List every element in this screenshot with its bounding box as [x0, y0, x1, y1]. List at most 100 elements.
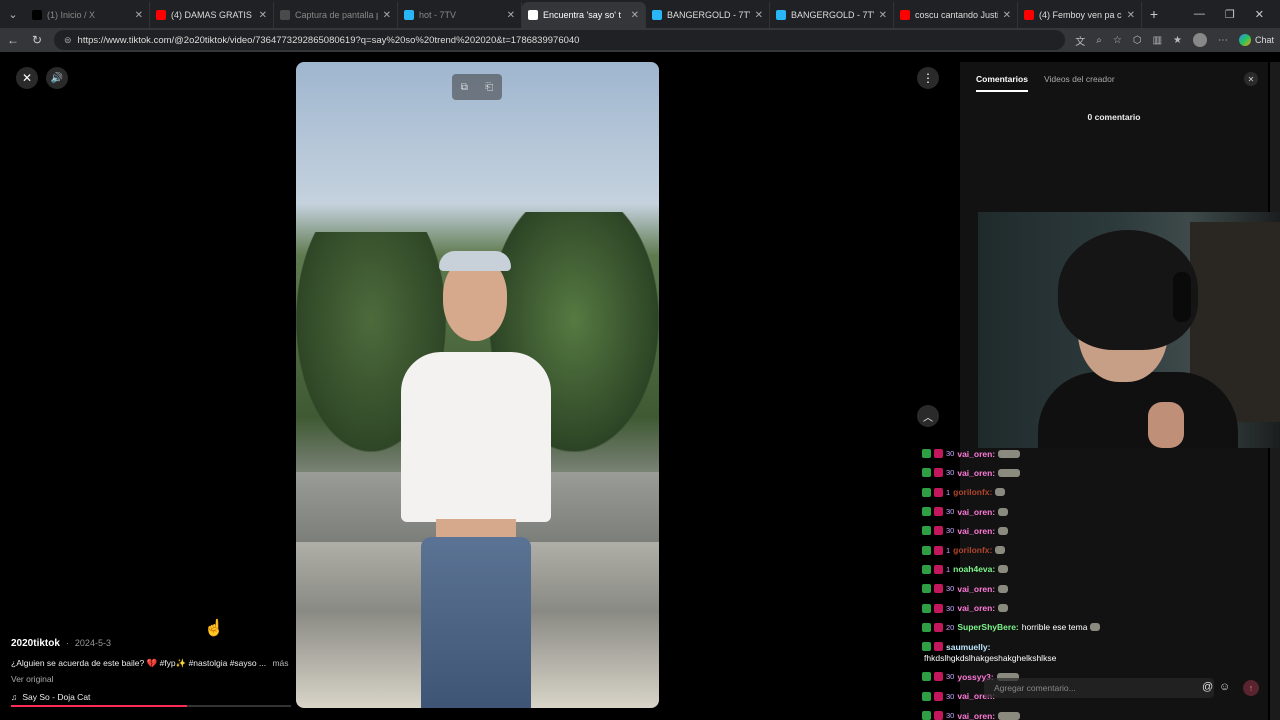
- close-tab-icon[interactable]: ✕: [383, 10, 391, 21]
- chat-badge-icon: [922, 691, 931, 701]
- chat-username[interactable]: gorilonfx:: [953, 487, 992, 497]
- close-tab-icon[interactable]: ✕: [1127, 10, 1135, 21]
- see-original-link[interactable]: Ver original: [11, 674, 291, 684]
- webcam-headset: [1173, 272, 1191, 322]
- browser-tab[interactable]: (1) Inicio / X ✕: [26, 2, 150, 28]
- close-tab-icon[interactable]: ✕: [135, 10, 143, 21]
- tab-creator-videos[interactable]: Videos del creador: [1044, 74, 1115, 92]
- chat-username[interactable]: vai_oren:: [957, 526, 995, 536]
- comment-input[interactable]: Agregar comentario...: [984, 678, 1214, 698]
- chat-username[interactable]: vai_oren:: [957, 507, 995, 517]
- chat-emote-icon: [998, 604, 1009, 613]
- close-video-button[interactable]: ✕: [16, 67, 38, 89]
- close-tab-icon[interactable]: ✕: [259, 10, 267, 21]
- video-music[interactable]: ♫ Say So - Doja Cat: [11, 692, 291, 702]
- video-username[interactable]: 2020tiktok: [11, 638, 60, 649]
- close-window-icon[interactable]: ✕: [1255, 8, 1264, 21]
- chat-badge-icon: [922, 672, 931, 682]
- video-date-sep: ·: [65, 638, 69, 648]
- chat-username[interactable]: vai_oren:: [957, 449, 995, 459]
- music-title: Say So - Doja Cat: [22, 692, 91, 702]
- dancer-shirt: [401, 352, 551, 522]
- sub-badge-icon: [934, 584, 943, 594]
- captions-icon[interactable]: ⎗: [485, 82, 493, 93]
- browser-tab[interactable]: coscu cantando Justin B ✕: [894, 2, 1018, 28]
- chat-username[interactable]: vai_oren:: [957, 468, 995, 478]
- chat-message-continued: fhkdslhgkdslhakgeshakghelkshlkse: [924, 653, 1057, 664]
- chat-username[interactable]: vai_oren:: [957, 584, 995, 594]
- close-tab-icon[interactable]: ✕: [631, 10, 639, 21]
- chat-badge-icon: [922, 449, 931, 459]
- copilot-chat-button[interactable]: Chat: [1238, 34, 1274, 46]
- sub-months: 30: [946, 468, 955, 478]
- sidebar-icon[interactable]: ▥: [1153, 35, 1162, 46]
- video-frame[interactable]: ⧉ ⎗: [296, 62, 659, 708]
- chat-emote-icon: [998, 565, 1009, 574]
- browser-tab[interactable]: Encuentra 'say so' t ✕: [522, 2, 646, 28]
- profile-avatar[interactable]: [1192, 33, 1207, 47]
- close-tab-icon[interactable]: ✕: [1003, 10, 1011, 21]
- youtube-icon: [1024, 10, 1034, 20]
- send-comment-icon[interactable]: ↑: [1243, 680, 1259, 696]
- more-options-icon[interactable]: ⋮: [917, 67, 939, 89]
- close-tab-icon[interactable]: ✕: [879, 10, 887, 21]
- browser-tab[interactable]: (4) DAMAS GRATIS - FE ✕: [150, 2, 274, 28]
- tiktok-player-stage: ✕ 🔊 ⋮ ︿ ⧉ ⎗ 2020tiktok · 2024-5-3 ¿Algui…: [0, 52, 960, 720]
- browser-tab[interactable]: BANGERGOLD - 7TV ✕: [646, 2, 770, 28]
- chat-username[interactable]: vai_oren:: [957, 603, 995, 613]
- tab-comments[interactable]: Comentarios: [976, 74, 1028, 92]
- previous-video-button[interactable]: ︿: [917, 405, 939, 427]
- chat-username[interactable]: gorilonfx:: [953, 545, 992, 555]
- browser-tab[interactable]: Captura de pantalla p ✕: [274, 2, 398, 28]
- chat-username[interactable]: saumuelly:: [946, 642, 990, 652]
- sub-badge-icon: [934, 449, 943, 459]
- chat-emote-icon: [998, 526, 1009, 535]
- chat-username[interactable]: noah4eva:: [953, 564, 995, 574]
- browser-tab[interactable]: (4) Femboy ven pa ca ✕: [1018, 2, 1142, 28]
- sub-months: 1: [946, 487, 951, 497]
- close-tab-icon[interactable]: ✕: [755, 10, 763, 21]
- music-note-icon: ♫: [11, 692, 18, 702]
- back-icon[interactable]: ←: [6, 33, 20, 47]
- chat-badge-icon: [922, 711, 931, 720]
- translate-icon[interactable]: 文: [1075, 33, 1085, 48]
- chat-message: 30 vai_oren:: [922, 579, 1280, 598]
- favorites-icon[interactable]: ★: [1173, 35, 1182, 46]
- chat-username[interactable]: SuperShyBere:: [957, 622, 1018, 632]
- comment-count: 0 comentario: [1087, 112, 1141, 122]
- see-more-link[interactable]: más: [272, 658, 288, 668]
- video-dancer: [391, 251, 561, 708]
- extensions-icon[interactable]: ⬡: [1133, 35, 1142, 46]
- tab-title: (4) DAMAS GRATIS - FE: [171, 10, 254, 20]
- chat-message: 30 vai_oren:: [922, 706, 1280, 720]
- browser-tab[interactable]: hot - 7TV ✕: [398, 2, 522, 28]
- picture-in-picture-icon[interactable]: ⧉: [461, 82, 468, 93]
- bookmark-star-icon[interactable]: ☆: [1113, 35, 1122, 46]
- chat-username[interactable]: vai_oren:: [957, 711, 995, 720]
- tab-title: (4) Femboy ven pa ca: [1039, 10, 1122, 20]
- chat-message: 1 gorilonfx:: [922, 483, 1280, 502]
- new-tab-icon[interactable]: +: [1142, 6, 1166, 22]
- progress-fill[interactable]: [11, 705, 188, 707]
- tiktok-icon: [528, 10, 538, 20]
- close-panel-icon[interactable]: ✕: [1244, 72, 1258, 86]
- 7tv-icon: [404, 10, 414, 20]
- minimize-icon[interactable]: —: [1194, 8, 1205, 21]
- address-bar[interactable]: ⊜ https://www.tiktok.com/@2o20tiktok/vid…: [54, 30, 1066, 50]
- chat-emote-icon: [1090, 623, 1101, 632]
- close-tab-icon[interactable]: ✕: [507, 10, 515, 21]
- tab-strip: (1) Inicio / X✕(4) DAMAS GRATIS - FE✕Cap…: [26, 0, 1142, 28]
- site-info-icon[interactable]: ⊜: [64, 35, 72, 46]
- sub-badge-icon: [934, 468, 943, 478]
- zoom-icon[interactable]: ⌕: [1096, 35, 1102, 46]
- window-controls: — ❐ ✕: [1194, 8, 1280, 21]
- tab-title: coscu cantando Justin B: [915, 10, 998, 20]
- mention-icon[interactable]: @: [1202, 681, 1213, 693]
- volume-icon[interactable]: 🔊: [46, 67, 68, 89]
- restore-icon[interactable]: ❐: [1225, 8, 1235, 21]
- tab-search-icon[interactable]: ⌄: [0, 0, 26, 28]
- reload-icon[interactable]: ↻: [30, 33, 44, 47]
- browser-tab[interactable]: BANGERGOLD - 7TV ✕: [770, 2, 894, 28]
- emoji-icon[interactable]: ☺: [1219, 681, 1230, 693]
- menu-icon[interactable]: ⋯: [1218, 35, 1228, 46]
